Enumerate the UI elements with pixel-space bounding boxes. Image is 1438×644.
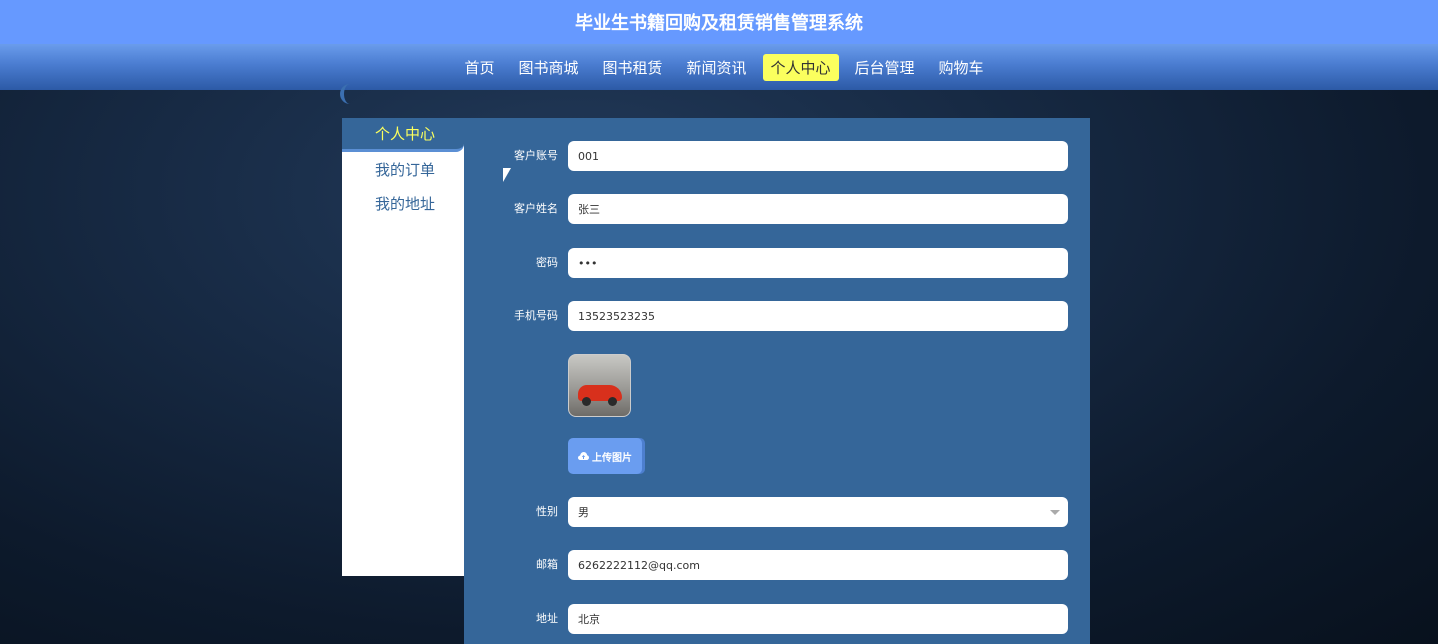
nav-admin[interactable]: 后台管理	[847, 54, 923, 81]
avatar-image	[568, 354, 631, 417]
sidebar-title[interactable]: 个人中心	[342, 118, 464, 152]
account-input[interactable]: 001	[568, 141, 1068, 171]
upload-image-button[interactable]: 上传图片	[568, 438, 642, 474]
upload-button-label: 上传图片	[592, 452, 632, 464]
account-label: 客户账号	[514, 149, 558, 162]
form-row-email: 邮箱 6262222112@qq.com	[464, 550, 1090, 580]
car-wheel	[582, 397, 591, 406]
form-row-phone: 手机号码 13523523235	[464, 301, 1090, 331]
phone-label: 手机号码	[514, 309, 558, 322]
chevron-down-icon	[1050, 510, 1060, 515]
gender-value: 男	[578, 506, 589, 519]
app-title: 毕业生书籍回购及租赁销售管理系统	[0, 0, 1438, 44]
nav-book-mall[interactable]: 图书商城	[510, 54, 586, 81]
address-input[interactable]: 北京	[568, 604, 1068, 634]
nav-cart[interactable]: 购物车	[931, 54, 992, 81]
password-input[interactable]: •••	[568, 248, 1068, 278]
sidebar-item-my-address[interactable]: 我的地址	[342, 186, 464, 220]
profile-form-panel: 客户账号 001 客户姓名 张三 密码 ••• 手机号码 13523523235…	[464, 118, 1090, 644]
phone-input[interactable]: 13523523235	[568, 301, 1068, 331]
form-row-password: 密码 •••	[464, 248, 1090, 278]
decorative-curl	[340, 84, 350, 104]
form-row-name: 客户姓名 张三	[464, 194, 1090, 224]
nav-home[interactable]: 首页	[456, 54, 502, 81]
form-row-account: 客户账号 001	[464, 141, 1090, 171]
form-row-address: 地址 北京	[464, 604, 1090, 634]
sidebar-item-my-orders[interactable]: 我的订单	[342, 152, 464, 186]
password-label: 密码	[536, 256, 558, 269]
name-label: 客户姓名	[514, 202, 558, 215]
address-label: 地址	[536, 612, 558, 625]
car-wheel	[608, 397, 617, 406]
sidebar: 个人中心 我的订单 我的地址	[342, 118, 464, 576]
nav-book-rental[interactable]: 图书租赁	[594, 54, 670, 81]
form-row-gender: 性别 男	[464, 497, 1090, 527]
name-input[interactable]: 张三	[568, 194, 1068, 224]
nav-personal-center[interactable]: 个人中心	[762, 53, 839, 81]
mouse-cursor-icon	[503, 168, 511, 182]
cloud-upload-icon	[578, 451, 589, 460]
gender-select[interactable]: 男	[568, 497, 1068, 527]
email-input[interactable]: 6262222112@qq.com	[568, 550, 1068, 580]
gender-label: 性别	[536, 505, 558, 518]
email-label: 邮箱	[536, 558, 558, 571]
top-nav: 首页 图书商城 图书租赁 新闻资讯 个人中心 后台管理 购物车	[0, 44, 1438, 90]
nav-news[interactable]: 新闻资讯	[678, 54, 754, 81]
